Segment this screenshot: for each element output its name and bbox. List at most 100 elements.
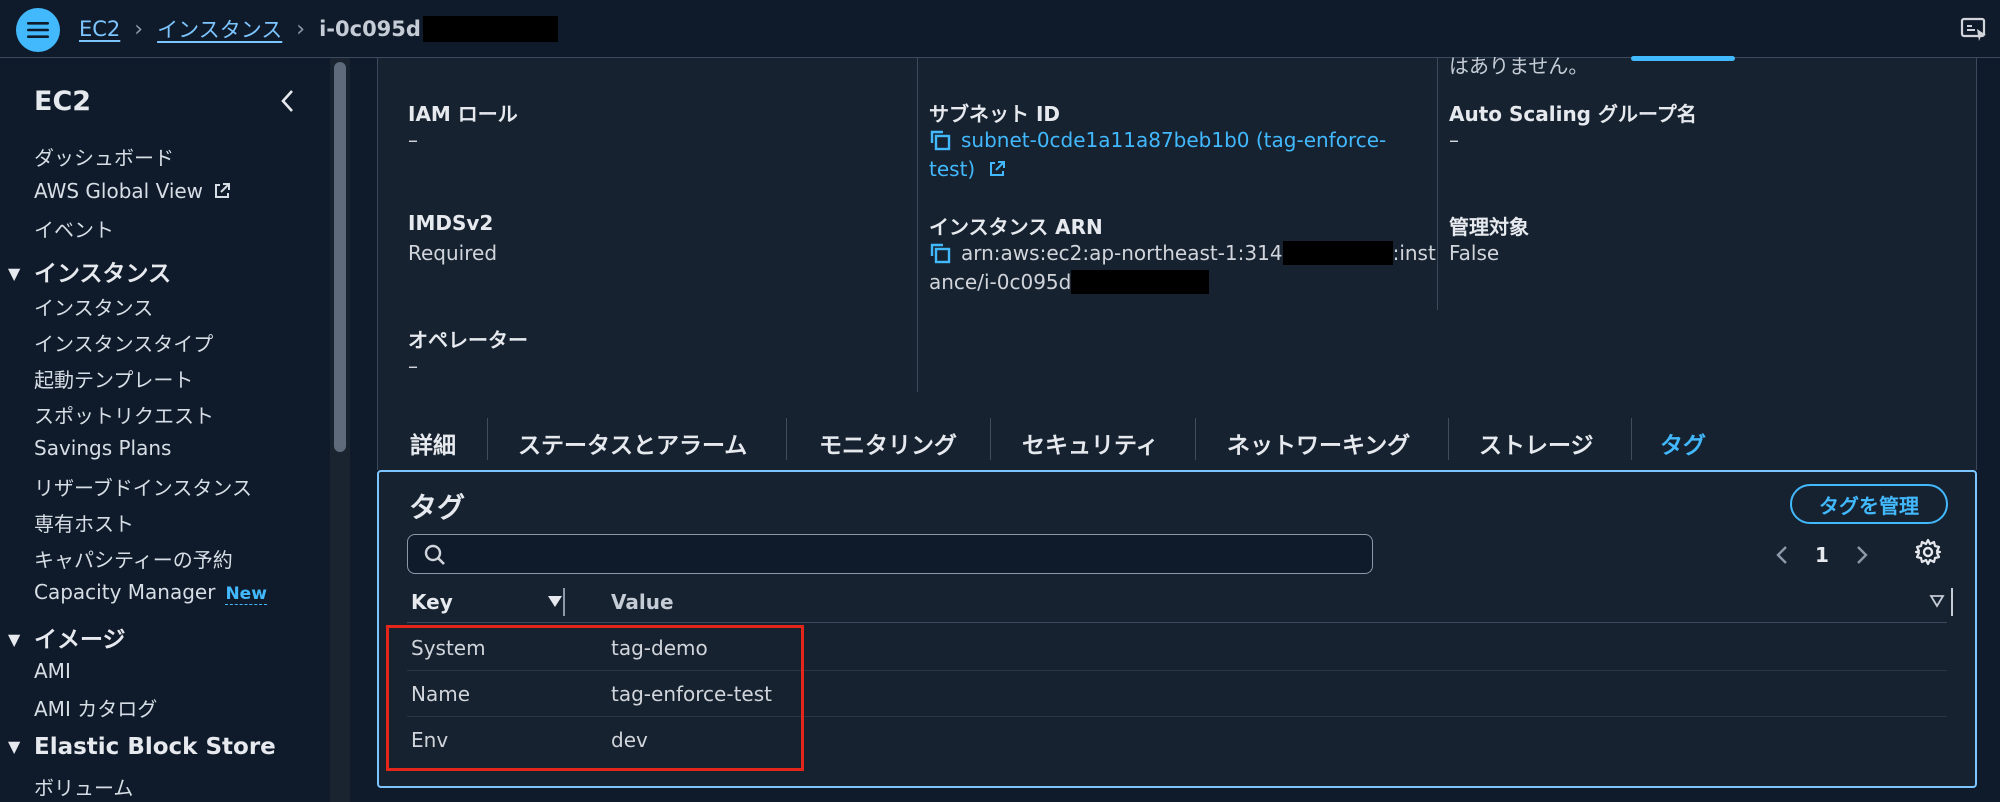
- tab-monitoring[interactable]: モニタリング: [819, 426, 957, 460]
- menu-button[interactable]: [16, 8, 60, 52]
- asg-name-label: Auto Scaling グループ名: [1449, 102, 1697, 126]
- tab-divider: [1448, 418, 1449, 460]
- clipped-text: はありません。: [1449, 54, 1589, 78]
- operator-value: –: [408, 354, 418, 378]
- tab-divider: [487, 418, 488, 460]
- redaction-bar: [1071, 270, 1210, 294]
- tab-security[interactable]: セキュリティ: [1022, 426, 1159, 460]
- iam-role-label: IAM ロール: [408, 102, 518, 126]
- sidebar-item-spot-requests[interactable]: スポットリクエスト: [34, 400, 214, 429]
- top-bar: EC2 › インスタンス › i-0c095d: [0, 0, 2000, 58]
- hamburger-icon: [27, 22, 49, 38]
- asg-name-value: –: [1449, 128, 1459, 152]
- managed-value: False: [1449, 241, 1500, 265]
- subnet-id-link-cont[interactable]: test): [929, 157, 1006, 181]
- sidebar-item-dashboard[interactable]: ダッシュボード: [34, 142, 174, 171]
- copy-icon[interactable]: [929, 129, 951, 151]
- column-divider: [917, 58, 918, 392]
- sidebar-item-capacity-manager[interactable]: Capacity Manager New: [34, 580, 267, 605]
- tab-details[interactable]: 詳細: [410, 426, 456, 460]
- breadcrumb-instances-link[interactable]: インスタンス: [157, 14, 282, 44]
- column-resizer[interactable]: [563, 588, 565, 616]
- sidebar-item-launch-templates[interactable]: 起動テンプレート: [34, 364, 193, 393]
- external-link-icon: [215, 183, 231, 198]
- imdsv2-value: Required: [408, 241, 498, 265]
- tags-panel-title: タグ: [409, 491, 466, 524]
- iam-role-value: –: [408, 128, 418, 152]
- chevron-right-icon[interactable]: [1855, 544, 1869, 566]
- copy-icon[interactable]: [929, 242, 951, 264]
- sidebar: EC2 ダッシュボード AWS Global View イベント ▼ インスタンス…: [0, 58, 330, 802]
- breadcrumb-current: i-0c095d: [319, 17, 421, 41]
- tab-divider: [990, 418, 991, 460]
- operator-label: オペレーター: [408, 328, 528, 352]
- instance-arn-value-cont: ance/i-0c095d: [929, 270, 1210, 294]
- tag-search-input[interactable]: [458, 539, 1362, 571]
- column-header-key[interactable]: Key: [411, 590, 453, 614]
- imdsv2-label: IMDSv2: [408, 211, 494, 235]
- search-icon: [424, 544, 445, 565]
- tag-search-field[interactable]: [407, 534, 1373, 574]
- new-badge: New: [225, 584, 267, 605]
- sidebar-item-volumes[interactable]: ボリューム: [34, 772, 133, 801]
- sort-down-icon[interactable]: [547, 594, 563, 608]
- subnet-id-text-cont[interactable]: test): [929, 157, 975, 181]
- column-resizer[interactable]: [1951, 588, 1953, 616]
- sidebar-section-label: イメージ: [34, 627, 126, 653]
- breadcrumb-ec2-link[interactable]: EC2: [79, 17, 120, 41]
- breadcrumb: EC2 › インスタンス › i-0c095d: [79, 14, 558, 44]
- caret-down-icon: ▼: [8, 737, 21, 756]
- column-divider: [1437, 58, 1438, 310]
- tab-divider: [1631, 418, 1632, 460]
- tab-divider: [1195, 418, 1196, 460]
- sidebar-item-ami-catalog[interactable]: AMI カタログ: [34, 693, 157, 722]
- redaction-bar: [422, 16, 558, 42]
- tab-status-alarms[interactable]: ステータスとアラーム: [518, 426, 747, 460]
- subnet-id-label: サブネット ID: [929, 102, 1061, 126]
- sidebar-item-events[interactable]: イベント: [34, 214, 114, 243]
- tabs-bar: 詳細 ステータスとアラーム モニタリング セキュリティ ネットワーキング ストレ…: [377, 406, 1977, 470]
- sort-down-outline-icon[interactable]: [1929, 594, 1945, 608]
- sidebar-item-capacity-reservations[interactable]: キャパシティーの予約: [34, 544, 233, 573]
- page-number[interactable]: 1: [1815, 543, 1829, 567]
- sidebar-section-label: インスタンス: [34, 261, 172, 287]
- chevron-left-icon[interactable]: [1775, 544, 1789, 566]
- instance-arn-value: arn:aws:ec2:ap-northeast-1:314:inst: [929, 241, 1436, 265]
- screen-share-icon[interactable]: [1960, 15, 1988, 43]
- chevron-right-icon: ›: [134, 16, 144, 42]
- tab-storage[interactable]: ストレージ: [1479, 426, 1594, 460]
- subnet-id-link[interactable]: subnet-0cde1a11a87beb1b0 (tag-enforce-: [929, 128, 1386, 152]
- chevron-left-icon[interactable]: [276, 84, 300, 118]
- instance-details-panel: はありません。 IAM ロール – IMDSv2 Required オペレーター…: [377, 54, 1977, 406]
- sidebar-title: EC2: [34, 86, 92, 117]
- sidebar-section-images[interactable]: ▼ イメージ: [8, 620, 126, 654]
- sidebar-item-instances[interactable]: インスタンス: [34, 292, 153, 321]
- tab-networking[interactable]: ネットワーキング: [1227, 426, 1410, 460]
- sidebar-item-reserved-instances[interactable]: リザーブドインスタンス: [34, 472, 252, 501]
- active-tab-indicator: [1631, 56, 1735, 61]
- sidebar-section-instances[interactable]: ▼ インスタンス: [8, 254, 171, 288]
- tab-divider: [786, 418, 787, 460]
- manage-tags-button[interactable]: タグを管理: [1790, 484, 1948, 524]
- instance-arn-label: インスタンス ARN: [929, 215, 1103, 239]
- sidebar-item-ami[interactable]: AMI: [34, 659, 71, 683]
- instance-arn-text: arn:aws:ec2:ap-northeast-1:314: [961, 241, 1283, 265]
- column-header-value[interactable]: Value: [611, 590, 674, 614]
- tab-tags[interactable]: タグ: [1660, 426, 1706, 460]
- sidebar-scrollbar-thumb[interactable]: [334, 62, 346, 452]
- sidebar-item-savings-plans[interactable]: Savings Plans: [34, 436, 171, 460]
- sidebar-item-global-view[interactable]: AWS Global View: [34, 179, 231, 203]
- external-link-icon: [989, 161, 1005, 176]
- sidebar-section-ebs[interactable]: ▼ Elastic Block Store: [8, 734, 276, 760]
- managed-label: 管理対象: [1449, 215, 1529, 239]
- caret-down-icon: ▼: [8, 264, 21, 283]
- subnet-id-text[interactable]: subnet-0cde1a11a87beb1b0 (tag-enforce-: [961, 128, 1386, 152]
- sidebar-item-label: Capacity Manager: [34, 580, 216, 604]
- sidebar-item-dedicated-hosts[interactable]: 専有ホスト: [34, 508, 134, 537]
- annotation-highlight-box: [386, 625, 804, 771]
- gear-icon[interactable]: [1914, 538, 1942, 566]
- sidebar-item-instance-types[interactable]: インスタンスタイプ: [34, 328, 213, 357]
- caret-down-icon: ▼: [8, 630, 21, 649]
- instance-arn-text-cont: ance/i-0c095d: [929, 270, 1072, 294]
- redaction-bar: [1282, 241, 1393, 265]
